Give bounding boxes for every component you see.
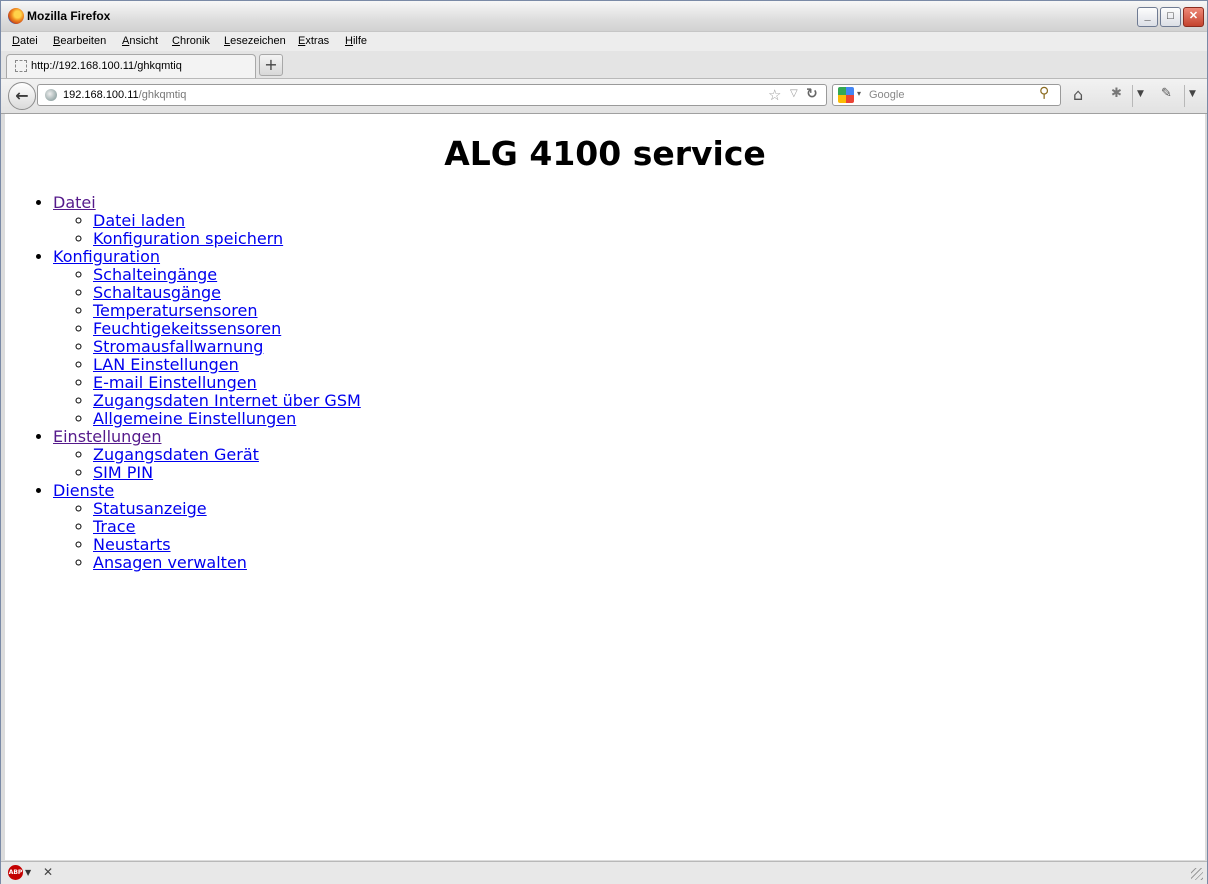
list-item: Trace bbox=[93, 518, 361, 536]
submenu-dienste: Statusanzeige Trace Neustarts Ansagen ve… bbox=[53, 500, 361, 572]
url-dropdown-icon[interactable]: ▽ bbox=[790, 88, 798, 99]
link-konfiguration-speichern[interactable]: Konfiguration speichern bbox=[93, 229, 283, 248]
magnifier-icon[interactable]: ⚲ bbox=[1039, 85, 1049, 101]
link-email-einstellungen[interactable]: E-mail Einstellungen bbox=[93, 373, 257, 392]
tab-strip: http://192.168.100.11/ghkqmtiq + bbox=[1, 51, 1207, 79]
link-neustarts[interactable]: Neustarts bbox=[93, 535, 171, 554]
link-dienste[interactable]: Dienste bbox=[53, 481, 114, 500]
menu-bearbeiten[interactable]: Bearbeiten bbox=[53, 35, 106, 47]
section-konfiguration: Konfiguration Schalteingänge Schaltausgä… bbox=[53, 248, 361, 428]
link-feuchtigkeitssensoren[interactable]: Feuchtigekeitssensoren bbox=[93, 319, 281, 338]
tools-icon[interactable]: ✎ bbox=[1161, 86, 1172, 101]
link-einstellungen[interactable]: Einstellungen bbox=[53, 427, 161, 446]
list-item: Konfiguration speichern bbox=[93, 230, 361, 248]
menu-chronik[interactable]: Chronik bbox=[172, 35, 210, 47]
link-stromausfallwarnung[interactable]: Stromausfallwarnung bbox=[93, 337, 263, 356]
new-tab-button[interactable]: + bbox=[259, 54, 283, 76]
tab-label: http://192.168.100.11/ghkqmtiq bbox=[31, 60, 182, 72]
list-item: Zugangsdaten Internet über GSM bbox=[93, 392, 361, 410]
link-trace[interactable]: Trace bbox=[93, 517, 135, 536]
list-item: Schaltausgänge bbox=[93, 284, 361, 302]
bookmark-star-icon[interactable]: ☆ bbox=[768, 86, 781, 104]
list-item: Stromausfallwarnung bbox=[93, 338, 361, 356]
globe-icon bbox=[45, 89, 57, 101]
search-bar[interactable]: ▾ Google ⚲ bbox=[832, 84, 1061, 106]
firefox-logo-icon bbox=[8, 8, 24, 24]
browser-window: Mozilla Firefox _ □ ✕ Datei Bearbeiten A… bbox=[0, 0, 1208, 884]
link-lan-einstellungen[interactable]: LAN Einstellungen bbox=[93, 355, 239, 374]
menu-ansicht[interactable]: Ansicht bbox=[122, 35, 158, 47]
list-item: Allgemeine Einstellungen bbox=[93, 410, 361, 428]
search-placeholder: Google bbox=[869, 89, 905, 101]
link-zugangsdaten-geraet[interactable]: Zugangsdaten Gerät bbox=[93, 445, 259, 464]
link-zugangsdaten-gsm[interactable]: Zugangsdaten Internet über GSM bbox=[93, 391, 361, 410]
submenu-datei: Datei laden Konfiguration speichern bbox=[53, 212, 361, 248]
section-einstellungen: Einstellungen Zugangsdaten Gerät SIM PIN bbox=[53, 428, 361, 482]
url-bar[interactable]: 192.168.100.11/ghkqmtiq ☆ ▽ ↻ bbox=[37, 84, 827, 106]
adblock-dropdown-icon[interactable]: ▼ bbox=[25, 868, 31, 877]
adblock-plus-icon[interactable]: ABP bbox=[8, 865, 23, 880]
url-path: /ghkqmtiq bbox=[138, 89, 187, 101]
list-item: Ansagen verwalten bbox=[93, 554, 361, 572]
back-button[interactable]: ← bbox=[8, 82, 36, 110]
toolbar-separator bbox=[1132, 85, 1133, 107]
minimize-button[interactable]: _ bbox=[1137, 7, 1158, 27]
close-window-button[interactable]: ✕ bbox=[1183, 7, 1204, 27]
menu-hilfe[interactable]: Hilfe bbox=[345, 35, 367, 47]
toolbar-separator bbox=[1184, 85, 1185, 107]
submenu-konfiguration: Schalteingänge Schaltausgänge Temperatur… bbox=[53, 266, 361, 428]
url-text: 192.168.100.11/ghkqmtiq bbox=[63, 89, 186, 101]
list-item: Datei laden bbox=[93, 212, 361, 230]
link-schaltausgaenge[interactable]: Schaltausgänge bbox=[93, 283, 221, 302]
reload-icon[interactable]: ↻ bbox=[806, 86, 818, 102]
link-statusanzeige[interactable]: Statusanzeige bbox=[93, 499, 207, 518]
list-item: Feuchtigekeitssensoren bbox=[93, 320, 361, 338]
list-item: Statusanzeige bbox=[93, 500, 361, 518]
menu-bar: Datei Bearbeiten Ansicht Chronik Lesezei… bbox=[1, 32, 1207, 51]
service-menu: Datei Datei laden Konfiguration speicher… bbox=[5, 194, 361, 572]
link-schalteingaenge[interactable]: Schalteingänge bbox=[93, 265, 217, 284]
link-konfiguration[interactable]: Konfiguration bbox=[53, 247, 160, 266]
link-datei-laden[interactable]: Datei laden bbox=[93, 211, 185, 230]
back-arrow-icon: ← bbox=[15, 86, 29, 105]
list-item: SIM PIN bbox=[93, 464, 361, 482]
navigation-toolbar: ← 192.168.100.11/ghkqmtiq ☆ ▽ ↻ ▾ Google… bbox=[1, 79, 1207, 114]
page-content: ALG 4100 service Datei Datei laden Konfi… bbox=[5, 114, 1205, 860]
list-item: Schalteingänge bbox=[93, 266, 361, 284]
link-allgemeine-einstellungen[interactable]: Allgemeine Einstellungen bbox=[93, 409, 296, 428]
google-icon[interactable] bbox=[838, 87, 854, 103]
list-item: Temperatursensoren bbox=[93, 302, 361, 320]
addon-dropdown-icon[interactable]: ▼ bbox=[1137, 89, 1144, 99]
section-dienste: Dienste Statusanzeige Trace Neustarts An… bbox=[53, 482, 361, 572]
submenu-einstellungen: Zugangsdaten Gerät SIM PIN bbox=[53, 446, 361, 482]
list-item: LAN Einstellungen bbox=[93, 356, 361, 374]
home-icon[interactable]: ⌂ bbox=[1073, 85, 1083, 104]
title-bar: Mozilla Firefox _ □ ✕ bbox=[1, 1, 1207, 32]
tab-current[interactable]: http://192.168.100.11/ghkqmtiq bbox=[6, 54, 256, 78]
menu-datei[interactable]: Datei bbox=[12, 35, 38, 47]
list-item: Zugangsdaten Gerät bbox=[93, 446, 361, 464]
section-datei: Datei Datei laden Konfiguration speicher… bbox=[53, 194, 361, 248]
close-icon[interactable]: ✕ bbox=[43, 865, 53, 879]
resize-grip-icon[interactable] bbox=[1191, 868, 1203, 880]
maximize-button[interactable]: □ bbox=[1160, 7, 1181, 27]
link-ansagen-verwalten[interactable]: Ansagen verwalten bbox=[93, 553, 247, 572]
status-bar: ABP ▼ ✕ bbox=[1, 861, 1207, 884]
url-host: 192.168.100.11 bbox=[63, 89, 139, 101]
page-title: ALG 4100 service bbox=[444, 134, 766, 173]
search-engine-dropdown-icon[interactable]: ▾ bbox=[857, 89, 861, 98]
addon-icon[interactable]: ✱ bbox=[1111, 86, 1122, 101]
list-item: E-mail Einstellungen bbox=[93, 374, 361, 392]
tools-dropdown-icon[interactable]: ▼ bbox=[1189, 89, 1196, 99]
menu-extras[interactable]: Extras bbox=[298, 35, 329, 47]
link-sim-pin[interactable]: SIM PIN bbox=[93, 463, 153, 482]
menu-lesezeichen[interactable]: Lesezeichen bbox=[224, 35, 286, 47]
page-icon bbox=[15, 60, 27, 72]
window-title: Mozilla Firefox bbox=[27, 9, 111, 23]
list-item: Neustarts bbox=[93, 536, 361, 554]
link-datei[interactable]: Datei bbox=[53, 193, 96, 212]
link-temperatursensoren[interactable]: Temperatursensoren bbox=[93, 301, 258, 320]
